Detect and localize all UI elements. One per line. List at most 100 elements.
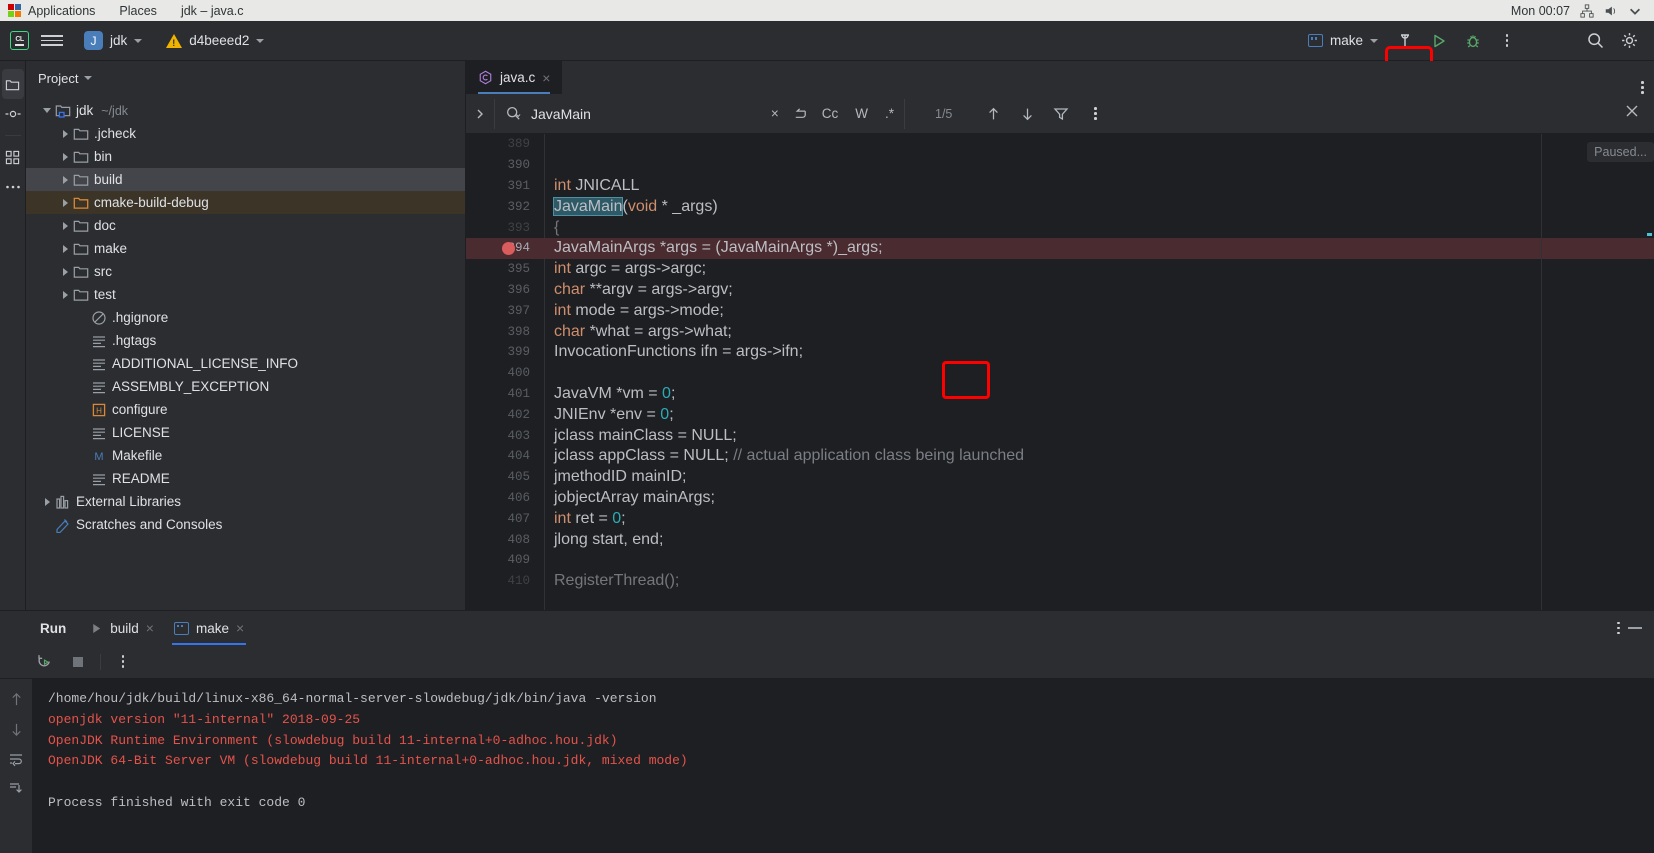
os-clock[interactable]: Mon 00:07: [1511, 4, 1570, 18]
code-line[interactable]: 399 InvocationFunctions ifn = args->ifn;: [466, 342, 1654, 363]
close-icon[interactable]: ×: [542, 71, 550, 85]
tree-item-test[interactable]: test: [26, 283, 465, 306]
code-line[interactable]: 396 char **argv = args->argv;: [466, 280, 1654, 301]
tree-item-hgignore[interactable]: .hgignore: [26, 306, 465, 329]
tree-item-jcheck[interactable]: .jcheck: [26, 122, 465, 145]
debug-button[interactable]: [1458, 26, 1488, 56]
network-icon[interactable]: [1580, 3, 1594, 18]
places-menu[interactable]: Places: [119, 4, 169, 18]
scroll-up-button[interactable]: [4, 687, 28, 711]
code-line[interactable]: 402 JNIEnv *env = 0;: [466, 404, 1654, 425]
code-line[interactable]: 392 JavaMain(void * _args): [466, 196, 1654, 217]
tree-item-additional-license-info[interactable]: ADDITIONAL_LICENSE_INFO: [26, 352, 465, 375]
tree-item-src[interactable]: src: [26, 260, 465, 283]
code-line[interactable]: 391 int JNICALL: [466, 176, 1654, 197]
run-configuration-selector[interactable]: make: [1300, 29, 1386, 52]
sidebar-item-structure[interactable]: [0, 142, 26, 172]
tree-twisty[interactable]: [58, 198, 72, 207]
code-lines[interactable]: 389 390 391 int JNICALL 392 JavaMain(void * _…: [466, 134, 1654, 643]
close-icon[interactable]: ×: [146, 621, 154, 635]
tree-item-external-libraries[interactable]: External Libraries: [26, 490, 465, 513]
find-input[interactable]: JavaMain: [531, 106, 758, 122]
code-line[interactable]: 409: [466, 550, 1654, 571]
sidebar-item-more[interactable]: [0, 172, 26, 202]
tree-item-assembly-exception[interactable]: ASSEMBLY_EXCEPTION: [26, 375, 465, 398]
clear-find-icon[interactable]: ×: [767, 104, 783, 123]
search-everywhere-button[interactable]: [1580, 26, 1610, 56]
sidebar-item-project[interactable]: [1, 69, 24, 99]
expand-find-replace-button[interactable]: [466, 94, 494, 134]
console-output[interactable]: /home/hou/jdk/build/linux-x86_64-normal-…: [32, 679, 1654, 853]
tree-twisty[interactable]: [58, 129, 72, 138]
run-options-icon[interactable]: [1617, 621, 1620, 635]
tree-twisty[interactable]: [58, 244, 72, 253]
stop-button[interactable]: [66, 650, 90, 674]
find-prev-button[interactable]: [976, 94, 1010, 134]
tree-item-readme[interactable]: README: [26, 467, 465, 490]
tree-item-bin[interactable]: bin: [26, 145, 465, 168]
minimize-icon[interactable]: [1628, 627, 1642, 629]
find-input-group[interactable]: JavaMain × Cc W .*: [494, 98, 898, 129]
code-line[interactable]: 394 JavaMainArgs *args = (JavaMainArgs *…: [466, 237, 1654, 259]
main-menu-button[interactable]: [41, 30, 63, 52]
project-widget[interactable]: J jdk: [77, 28, 149, 53]
tree-twisty[interactable]: [58, 175, 72, 184]
code-line[interactable]: 407 int ret = 0;: [466, 508, 1654, 529]
tree-twisty[interactable]: [40, 108, 54, 113]
code-line[interactable]: 406 jobjectArray mainArgs;: [466, 488, 1654, 509]
tree-twisty[interactable]: [58, 290, 72, 299]
more-vertical-icon[interactable]: [1641, 81, 1644, 94]
soft-wrap-button[interactable]: [4, 747, 28, 771]
tree-item-doc[interactable]: doc: [26, 214, 465, 237]
run-tab-make[interactable]: make ×: [164, 611, 254, 645]
volume-icon[interactable]: [1604, 4, 1618, 18]
code-line[interactable]: 404 jclass appClass = NULL; // actual ap…: [466, 446, 1654, 467]
run-button[interactable]: [1424, 26, 1454, 56]
tree-item-hgtags[interactable]: .hgtags: [26, 329, 465, 352]
code-editor[interactable]: 389 390 391 int JNICALL 392 JavaMain(void * _…: [466, 134, 1654, 643]
code-line[interactable]: 395 int argc = args->argc;: [466, 259, 1654, 280]
close-icon[interactable]: ×: [236, 621, 244, 635]
run-console-more-button[interactable]: [111, 650, 135, 674]
tree-item-license[interactable]: LICENSE: [26, 421, 465, 444]
code-line[interactable]: 408 jlong start, end;: [466, 529, 1654, 550]
tab-java-c[interactable]: java.c ×: [466, 61, 563, 94]
scroll-to-end-button[interactable]: [4, 777, 28, 801]
words-toggle[interactable]: W: [851, 104, 872, 123]
find-history-icon[interactable]: [792, 107, 809, 121]
tree-item-build[interactable]: build: [26, 168, 465, 191]
code-line[interactable]: 398 char *what = args->what;: [466, 321, 1654, 342]
code-line[interactable]: 401 JavaVM *vm = 0;: [466, 384, 1654, 405]
code-line[interactable]: 397 int mode = args->mode;: [466, 300, 1654, 321]
match-case-toggle[interactable]: Cc: [818, 104, 843, 123]
tree-item-make[interactable]: make: [26, 237, 465, 260]
tree-item-scratches-and-consoles[interactable]: Scratches and Consoles: [26, 513, 465, 536]
regex-toggle[interactable]: .*: [881, 104, 898, 123]
code-line[interactable]: 389: [466, 134, 1654, 155]
code-line[interactable]: 403 jclass mainClass = NULL;: [466, 425, 1654, 446]
close-find-button[interactable]: [1610, 103, 1654, 124]
run-tab-build[interactable]: build ×: [80, 611, 164, 645]
project-tree[interactable]: jdk ~/jdk .jcheck bin build cmake-build-debug…: [26, 95, 465, 643]
breakpoint-marker[interactable]: [502, 242, 515, 255]
code-line[interactable]: 405 jmethodID mainID;: [466, 467, 1654, 488]
find-more-button[interactable]: [1078, 94, 1112, 134]
find-filter-button[interactable]: [1044, 94, 1078, 134]
find-next-button[interactable]: [1010, 94, 1044, 134]
tree-item-cmake-build-debug[interactable]: cmake-build-debug: [26, 191, 465, 214]
tree-twisty[interactable]: [58, 221, 72, 230]
power-menu-icon[interactable]: [1628, 4, 1642, 18]
code-line[interactable]: 410 RegisterThread();: [466, 571, 1654, 592]
code-line[interactable]: 393 {: [466, 217, 1654, 238]
sidebar-item-commit[interactable]: [0, 99, 26, 129]
code-line[interactable]: 390: [466, 155, 1654, 176]
vcs-branch-widget[interactable]: d4beeed2: [159, 30, 271, 51]
applications-menu[interactable]: Applications: [28, 4, 107, 18]
project-panel-header[interactable]: Project: [26, 61, 465, 95]
tree-twisty[interactable]: [58, 267, 72, 276]
tree-item-configure[interactable]: Hconfigure: [26, 398, 465, 421]
tree-twisty[interactable]: [58, 152, 72, 161]
tree-twisty[interactable]: [40, 497, 54, 506]
rerun-button[interactable]: [32, 650, 56, 674]
toolbar-more-button[interactable]: [1492, 26, 1522, 56]
